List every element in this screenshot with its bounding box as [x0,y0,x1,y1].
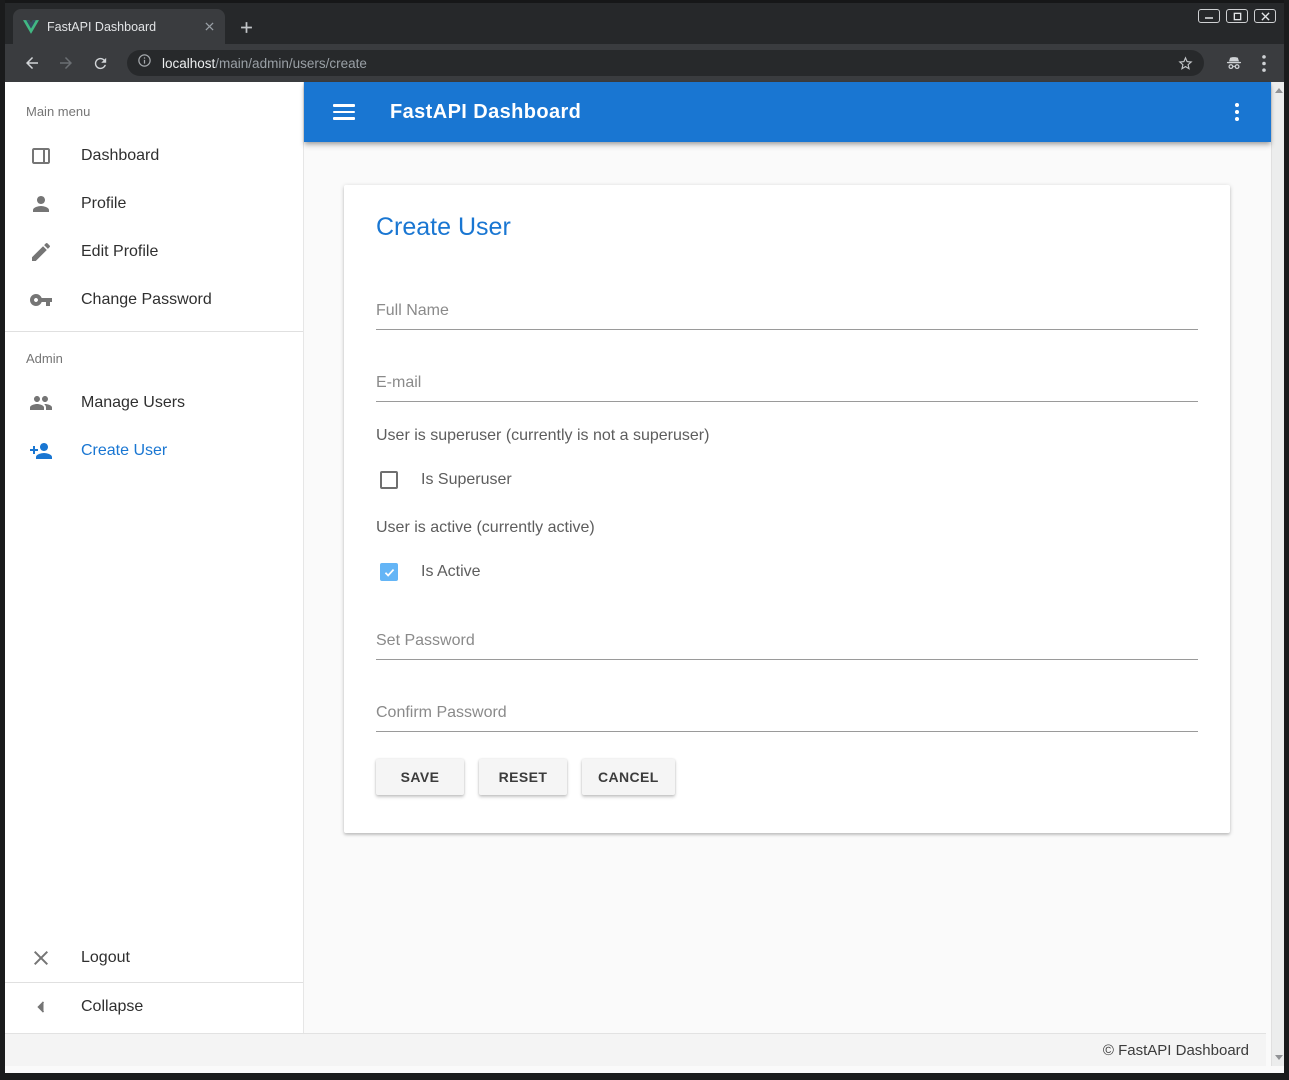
scroll-down-icon[interactable] [1275,1055,1283,1060]
url-text: localhost/main/admin/users/create [162,56,1177,71]
vue-favicon-icon [23,20,39,34]
set-password-input[interactable] [376,630,1198,660]
browser-tab[interactable]: FastAPI Dashboard [13,9,225,44]
reset-button[interactable]: RESET [479,759,567,795]
window-controls [1198,9,1276,23]
reload-icon[interactable] [87,50,113,76]
browser-menu-icon[interactable] [1254,55,1274,72]
set-password-field-wrap [376,630,1198,660]
person-add-icon [29,439,53,463]
bookmark-star-icon[interactable] [1177,55,1194,72]
sidebar-item-profile[interactable]: Profile [5,180,303,228]
sidebar-item-label: Logout [81,949,130,967]
back-icon[interactable] [19,50,45,76]
copyright-text: © FastAPI Dashboard [1103,1042,1249,1059]
url-host: localhost [162,56,215,71]
browser-tab-bar: FastAPI Dashboard [5,0,1284,44]
app-bar: FastAPI Dashboard [304,82,1271,142]
tab-title: FastAPI Dashboard [47,20,201,34]
chevron-left-icon [29,995,53,1019]
address-bar[interactable]: localhost/main/admin/users/create [127,50,1204,76]
email-field-wrap [376,372,1198,402]
main-area: FastAPI Dashboard Create User User is su… [304,82,1271,1033]
sidebar: Main menu Dashboard Profile Edit Profile [5,82,304,1033]
sidebar-item-label: Dashboard [81,147,159,165]
browser-toolbar: localhost/main/admin/users/create [5,44,1284,82]
confirm-password-field-wrap [376,702,1198,732]
people-icon [29,391,53,415]
cancel-button[interactable]: CANCEL [582,759,675,795]
is-superuser-checkbox[interactable] [380,471,398,489]
confirm-password-input[interactable] [376,702,1198,732]
maximize-button[interactable] [1226,9,1248,23]
sidebar-header-main-menu: Main menu [5,82,303,132]
sidebar-bottom: Logout Collapse [5,934,303,1031]
superuser-checkbox-row: Is Superuser [376,471,1198,489]
form-actions: SAVE RESET CANCEL [376,759,1198,795]
save-button[interactable]: SAVE [376,759,464,795]
is-active-checkbox[interactable] [380,563,398,581]
active-hint: User is active (currently active) [376,519,1198,537]
scroll-up-icon[interactable] [1275,88,1283,93]
sidebar-item-label: Change Password [81,291,212,309]
sidebar-item-collapse[interactable]: Collapse [5,983,303,1031]
appbar-title: FastAPI Dashboard [390,101,581,124]
sidebar-item-logout[interactable]: Logout [5,934,303,982]
sidebar-item-label: Create User [81,442,167,460]
active-checkbox-row: Is Active [376,563,1198,581]
full-name-input[interactable] [376,300,1198,330]
sidebar-item-label: Manage Users [81,394,185,412]
minimize-button[interactable] [1198,9,1220,23]
page-title: Create User [376,213,1198,242]
site-info-icon[interactable] [137,53,152,73]
sidebar-item-create-user[interactable]: Create User [5,427,303,475]
sidebar-item-change-password[interactable]: Change Password [5,276,303,324]
url-path: /main/admin/users/create [215,56,367,71]
close-button[interactable] [1254,9,1276,23]
appbar-overflow-icon[interactable] [1219,94,1255,130]
sidebar-item-edit-profile[interactable]: Edit Profile [5,228,303,276]
app-footer: © FastAPI Dashboard [5,1033,1266,1066]
page-body: Create User User is superuser (currently… [304,142,1271,1033]
sidebar-item-dashboard[interactable]: Dashboard [5,132,303,180]
browser-window: FastAPI Dashboard [0,0,1289,1080]
page-content: Main menu Dashboard Profile Edit Profile [5,82,1284,1033]
is-superuser-label: Is Superuser [421,471,512,489]
tab-close-icon[interactable] [201,19,217,35]
sidebar-item-label: Profile [81,195,126,213]
dashboard-icon [29,144,53,168]
superuser-hint: User is superuser (currently is not a su… [376,427,1198,445]
person-icon [29,192,53,216]
pencil-icon [29,240,53,264]
hamburger-menu-icon[interactable] [320,88,368,136]
incognito-icon [1224,53,1244,73]
is-active-label: Is Active [421,563,481,581]
close-x-icon [29,946,53,970]
vertical-scrollbar[interactable] [1271,82,1284,1066]
sidebar-item-manage-users[interactable]: Manage Users [5,379,303,427]
sidebar-item-label: Edit Profile [81,243,158,261]
sidebar-header-admin: Admin [5,339,303,379]
sidebar-divider [5,331,303,332]
full-name-field-wrap [376,300,1198,330]
create-user-card: Create User User is superuser (currently… [344,185,1230,833]
forward-icon[interactable] [53,50,79,76]
email-input[interactable] [376,372,1198,402]
key-icon [29,288,53,312]
sidebar-item-label: Collapse [81,998,143,1016]
new-tab-button[interactable] [233,14,259,40]
